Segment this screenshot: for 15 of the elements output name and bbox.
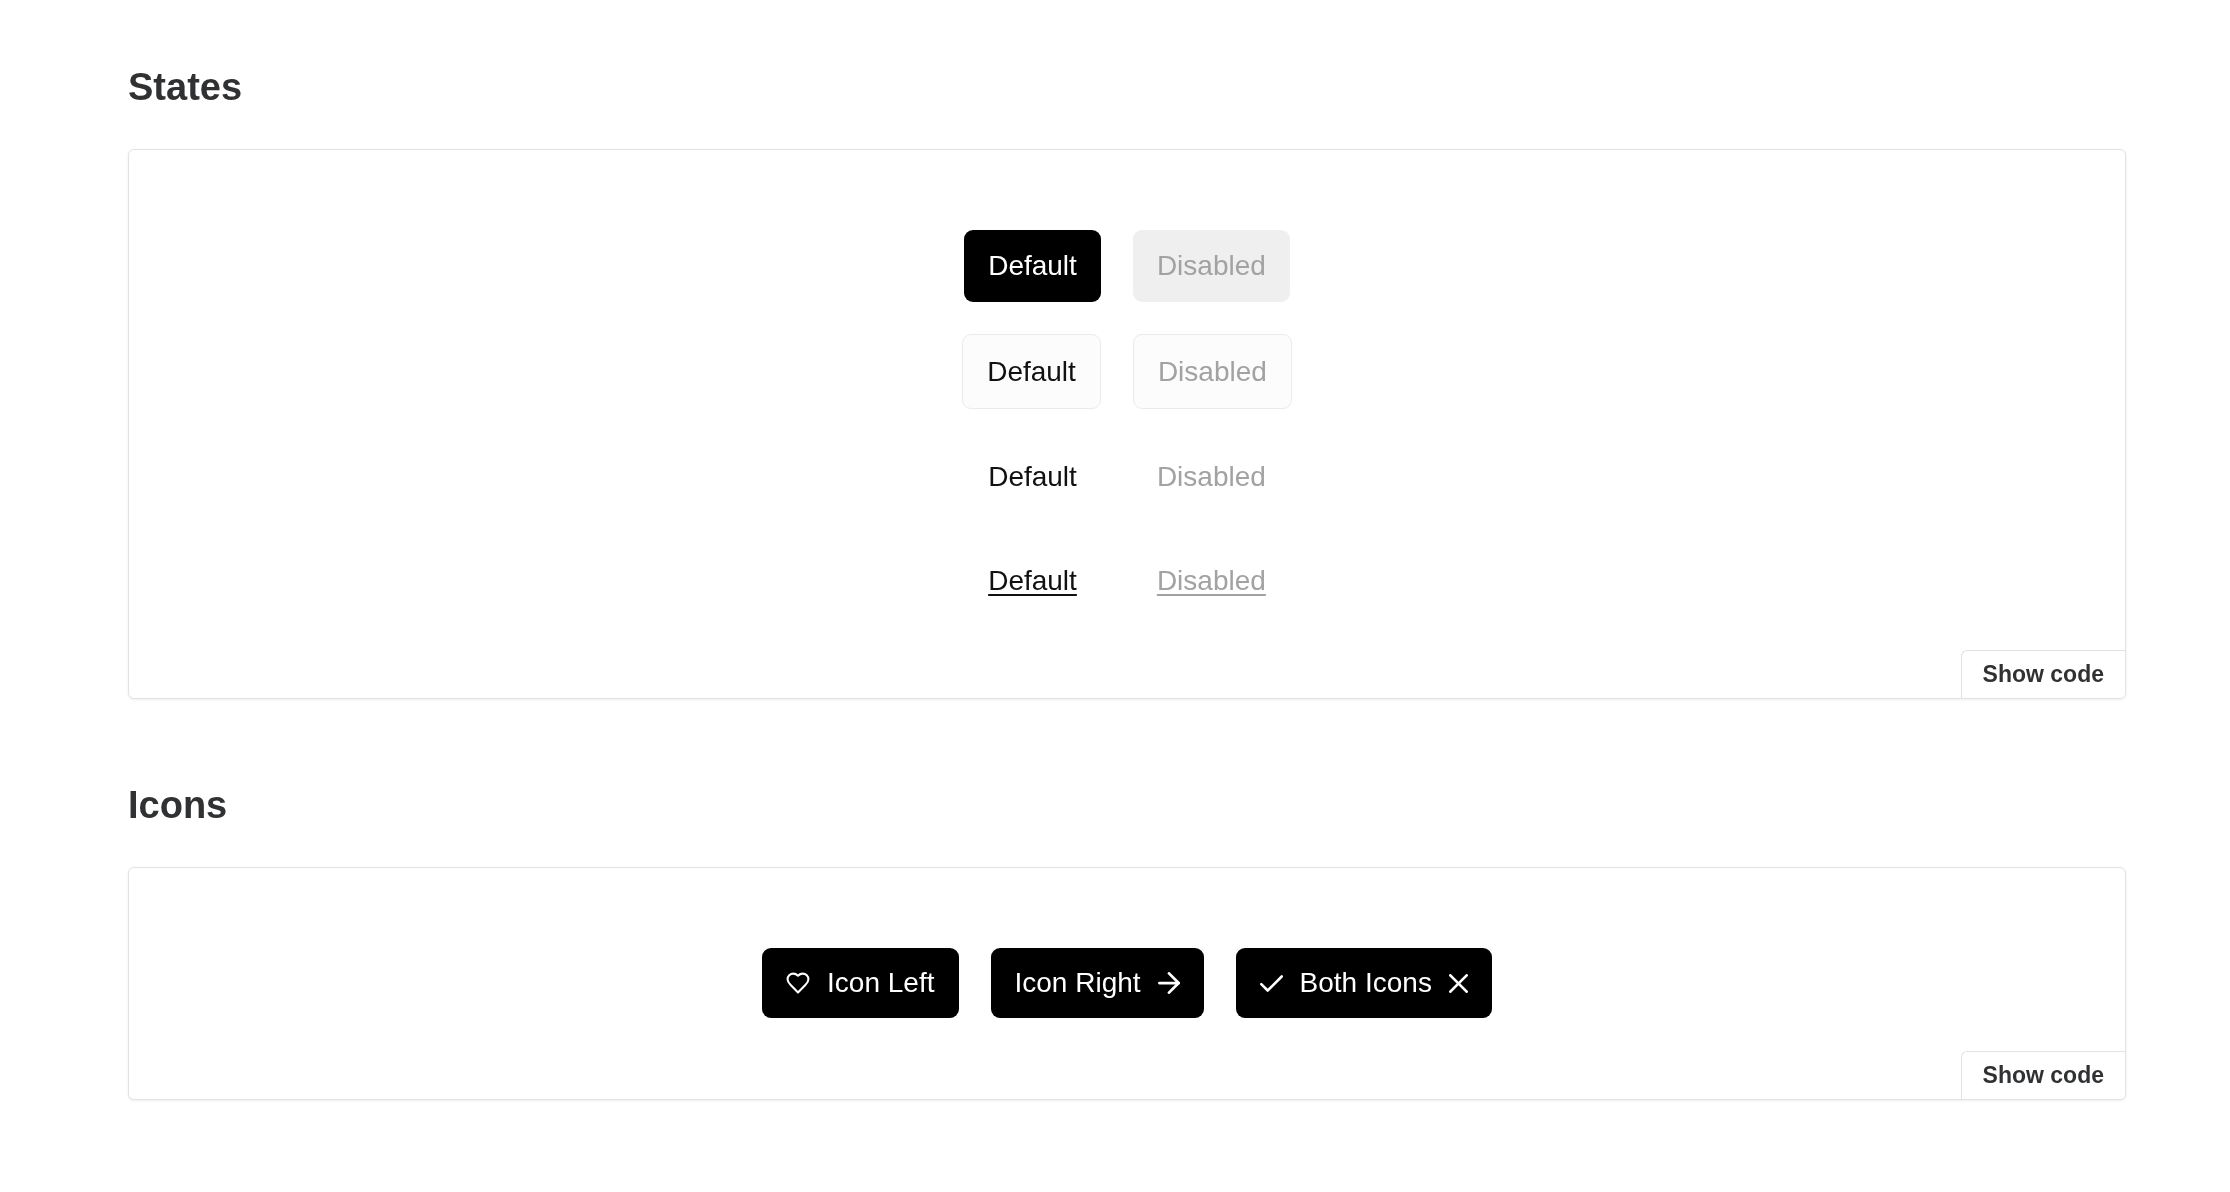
arrow-right-icon	[1157, 972, 1180, 994]
section-title: States	[128, 65, 244, 110]
show-code-button[interactable]: Show code	[1960, 650, 2125, 698]
solid-button[interactable]: Icon Right	[990, 948, 1204, 1018]
show-code-button[interactable]: Show code	[1960, 1051, 2125, 1099]
outline-button[interactable]: Default	[962, 334, 1101, 409]
close-icon	[1448, 973, 1468, 993]
heart-icon	[786, 972, 811, 994]
check-icon	[1259, 974, 1283, 992]
text-button[interactable]: Default	[988, 461, 1077, 493]
section-title: Icons	[128, 783, 229, 828]
text-link[interactable]: Default	[988, 565, 1077, 597]
solid-button[interactable]: Default	[964, 230, 1101, 302]
solid-button[interactable]: Both Icons	[1235, 948, 1492, 1018]
solid-button[interactable]: Icon Left	[762, 948, 959, 1018]
